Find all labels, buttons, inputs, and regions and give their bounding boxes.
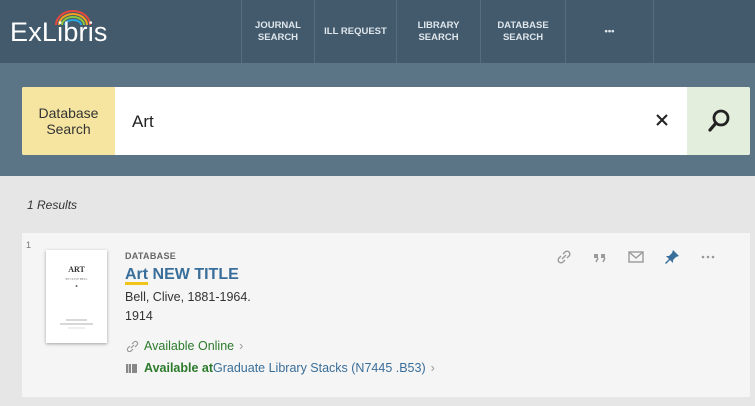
availability-status: Available at [144, 361, 214, 375]
title-highlight: Art [125, 266, 149, 283]
top-bar: ExLibris JOURNAL SEARCH ILL REQUEST LIBR… [0, 0, 755, 63]
result-actions [550, 247, 730, 267]
pin-icon[interactable] [658, 247, 686, 267]
search-icon [707, 109, 729, 132]
nav-more-menu[interactable]: ••• [565, 0, 654, 63]
available-online-link[interactable]: Available Online › [125, 339, 243, 353]
clear-icon[interactable] [650, 108, 674, 132]
nav-ill-request[interactable]: ILL REQUEST [314, 0, 396, 63]
chevron-right-icon: › [430, 361, 435, 375]
main-nav: JOURNAL SEARCH ILL REQUEST LIBRARY SEARC… [241, 0, 654, 63]
available-online-label: Available Online [144, 339, 235, 353]
result-index: 1 [26, 240, 32, 250]
search-input[interactable] [130, 87, 634, 155]
book-icon [126, 364, 137, 373]
resource-type: DATABASE [125, 251, 177, 261]
nav-journal-search[interactable]: JOURNAL SEARCH [241, 0, 314, 63]
nav-library-search[interactable]: LIBRARY SEARCH [396, 0, 480, 63]
result-item: 1 ART BY CLIVE BELL DATABASE Art NEW TIT… [22, 233, 750, 397]
title-rest: NEW TITLE [148, 266, 239, 283]
chevron-right-icon: › [239, 339, 244, 353]
thumb-title: ART [68, 265, 85, 274]
result-title[interactable]: Art NEW TITLE [125, 266, 239, 284]
logo-text: ExLibris [10, 17, 108, 47]
thumb-subtitle: BY CLIVE BELL [66, 277, 88, 281]
search-button[interactable] [687, 87, 750, 155]
search-bar: Database Search [22, 87, 750, 155]
result-author: Bell, Clive, 1881-1964. [125, 290, 251, 304]
link-icon [126, 340, 139, 352]
available-physical-link[interactable]: Available at Graduate Library Stacks (N7… [125, 361, 435, 375]
email-icon[interactable] [622, 247, 650, 267]
exlibris-logo[interactable]: ExLibris [0, 0, 200, 63]
results-count: 1 Results [27, 198, 78, 212]
permalink-icon[interactable] [550, 247, 578, 267]
search-scope-selector[interactable]: Database Search [22, 87, 115, 155]
citation-icon[interactable] [586, 247, 614, 267]
result-year: 1914 [125, 309, 153, 323]
nav-database-search[interactable]: DATABASE SEARCH [480, 0, 565, 63]
more-options-icon[interactable] [694, 247, 722, 267]
result-thumbnail[interactable]: ART BY CLIVE BELL [46, 250, 107, 343]
availability-location: Graduate Library Stacks (N7445 .B53) [213, 361, 426, 375]
